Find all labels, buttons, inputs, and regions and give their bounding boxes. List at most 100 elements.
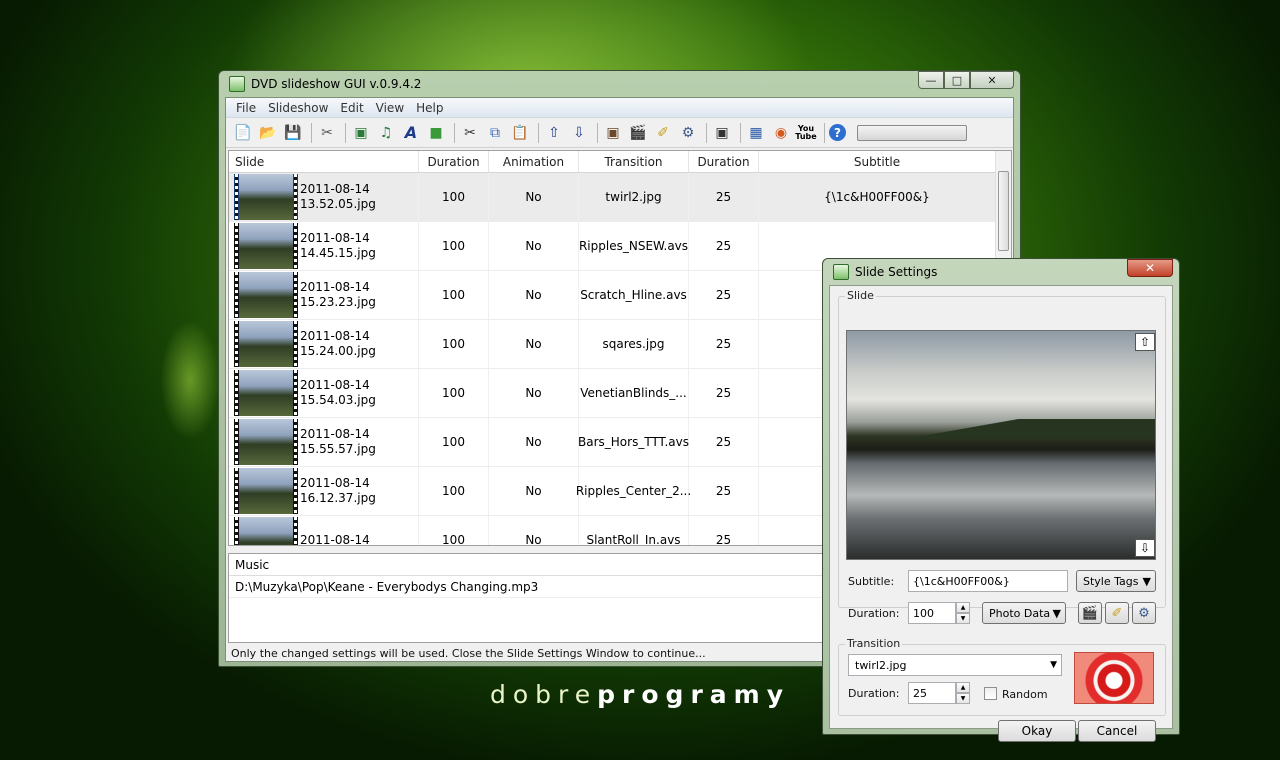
animation-clapper-button[interactable]: 🎬 [1078, 602, 1102, 624]
duration-cell[interactable]: 100 [419, 418, 489, 466]
maximize-button[interactable]: □ [944, 71, 970, 89]
animation-cell[interactable]: No [489, 369, 579, 417]
transition-duration-cell[interactable]: 25 [689, 418, 759, 466]
dialog-close-button[interactable]: ✕ [1127, 259, 1173, 277]
paste-icon[interactable]: 📋 [509, 122, 531, 144]
duration-cell[interactable]: 100 [419, 320, 489, 368]
cancel-button[interactable]: Cancel [1078, 720, 1156, 742]
spin-up-icon[interactable]: ▲ [956, 602, 970, 613]
transition-duration-cell[interactable]: 25 [689, 271, 759, 319]
add-background-icon[interactable]: ■ [425, 122, 447, 144]
transition-duration-cell[interactable]: 25 [689, 516, 759, 545]
transition-dropdown[interactable]: twirl2.jpg ▼ [848, 654, 1062, 676]
effects-brush-button[interactable]: ✐ [1105, 602, 1129, 624]
col-duration[interactable]: Duration [419, 151, 489, 172]
transition-duration-cell[interactable]: 25 [689, 320, 759, 368]
slide-cell[interactable]: 2011-08-14 15.55.57.jpg [229, 418, 419, 466]
animation-cell[interactable]: No [489, 320, 579, 368]
slide-cell[interactable]: 2011-08-14 16.12.37.jpg [229, 467, 419, 515]
tools-icon[interactable]: ✂ [316, 122, 338, 144]
transition-cell[interactable]: Ripples_NSEW.avs [579, 222, 689, 270]
youtube-icon[interactable]: You Tube [795, 122, 817, 144]
transition-duration-input[interactable]: 25 [908, 682, 956, 704]
export-icon[interactable]: ▦ [745, 122, 767, 144]
cut-icon[interactable]: ✂ [459, 122, 481, 144]
table-row[interactable]: 2011-08-14 13.52.05.jpg 100 No twirl2.jpg 25{… [229, 173, 1011, 222]
move-down-icon[interactable]: ⇩ [568, 122, 590, 144]
col-subtitle[interactable]: Subtitle [759, 151, 996, 172]
col-transition[interactable]: Transition [579, 151, 689, 172]
transition-cell[interactable]: Scratch_Hline.avs [579, 271, 689, 319]
duration-cell[interactable]: 100 [419, 467, 489, 515]
transition-settings-button[interactable]: ⚙ [1132, 602, 1156, 624]
menu-file[interactable]: File [230, 101, 262, 115]
spin-down-icon[interactable]: ▼ [956, 613, 970, 624]
main-title-bar[interactable]: DVD slideshow GUI v.0.9.4.2 — □ ✕ [225, 71, 1014, 97]
menu-slideshow[interactable]: Slideshow [262, 101, 334, 115]
help-icon[interactable]: ? [829, 124, 846, 141]
brush-icon[interactable]: ✐ [652, 122, 674, 144]
duration-cell[interactable]: 100 [419, 516, 489, 545]
copy-icon[interactable]: ⧉ [484, 122, 506, 144]
scrollbar-thumb[interactable] [998, 171, 1009, 251]
minimize-button[interactable]: — [918, 71, 944, 89]
slide-cell[interactable]: 2011-08-14 [229, 516, 419, 545]
open-icon[interactable]: 📂 [257, 122, 279, 144]
col-transition-duration[interactable]: Duration [689, 151, 759, 172]
duration-stepper[interactable]: ▲ ▼ [956, 602, 970, 624]
menu-view[interactable]: View [370, 101, 410, 115]
dialog-title-bar[interactable]: Slide Settings ✕ [829, 259, 1173, 285]
transition-duration-cell[interactable]: 25 [689, 369, 759, 417]
save-icon[interactable]: 💾 [282, 122, 304, 144]
animation-cell[interactable]: No [489, 173, 579, 221]
add-audio-icon[interactable]: ♫ [375, 122, 397, 144]
transition-duration-stepper[interactable]: ▲ ▼ [956, 682, 970, 704]
animation-cell[interactable]: No [489, 271, 579, 319]
transition-cell[interactable]: twirl2.jpg [579, 173, 689, 221]
add-title-icon[interactable]: A [400, 122, 422, 144]
menu-help[interactable]: Help [410, 101, 449, 115]
add-image-icon[interactable]: ▣ [350, 122, 372, 144]
animation-cell[interactable]: No [489, 467, 579, 515]
transition-cell[interactable]: Ripples_Center_2... [576, 467, 691, 515]
slide-cell[interactable]: 2011-08-14 15.24.00.jpg [229, 320, 419, 368]
burn-icon[interactable]: ◉ [770, 122, 792, 144]
random-checkbox[interactable] [984, 687, 997, 700]
move-up-icon[interactable]: ⇧ [543, 122, 565, 144]
col-slide[interactable]: Slide [229, 151, 419, 172]
transition-cell[interactable]: VenetianBlinds_... [579, 369, 689, 417]
transition-duration-cell[interactable]: 25 [689, 467, 759, 515]
slide-cell[interactable]: 2011-08-14 15.23.23.jpg [229, 271, 419, 319]
transition-duration-cell[interactable]: 25 [689, 173, 759, 221]
slide-settings-icon[interactable]: ▣ [602, 122, 624, 144]
preview-icon[interactable]: ▣ [711, 122, 733, 144]
duration-cell[interactable]: 100 [419, 369, 489, 417]
spin-down-icon[interactable]: ▼ [956, 693, 970, 704]
prev-slide-arrow-icon[interactable]: ⇧ [1135, 333, 1155, 351]
slide-cell[interactable]: 2011-08-14 15.54.03.jpg [229, 369, 419, 417]
slide-cell[interactable]: 2011-08-14 14.45.15.jpg [229, 222, 419, 270]
animation-cell[interactable]: No [489, 516, 579, 545]
transition-cell[interactable]: SlantRoll_In.avs [579, 516, 689, 545]
menu-edit[interactable]: Edit [334, 101, 369, 115]
photo-data-dropdown[interactable]: Photo Data ▼ [982, 602, 1066, 624]
transition-icon[interactable]: ⚙ [677, 122, 699, 144]
clapper-icon[interactable]: 🎬 [627, 122, 649, 144]
duration-input[interactable]: 100 [908, 602, 956, 624]
animation-cell[interactable]: No [489, 418, 579, 466]
duration-cell[interactable]: 100 [419, 222, 489, 270]
style-tags-dropdown[interactable]: Style Tags ▼ [1076, 570, 1156, 592]
next-slide-arrow-icon[interactable]: ⇩ [1135, 539, 1155, 557]
close-button[interactable]: ✕ [970, 71, 1014, 89]
spin-up-icon[interactable]: ▲ [956, 682, 970, 693]
slide-cell[interactable]: 2011-08-14 13.52.05.jpg [229, 173, 419, 221]
okay-button[interactable]: Okay [998, 720, 1076, 742]
duration-cell[interactable]: 100 [419, 173, 489, 221]
duration-cell[interactable]: 100 [419, 271, 489, 319]
col-animation[interactable]: Animation [489, 151, 579, 172]
transition-duration-cell[interactable]: 25 [689, 222, 759, 270]
animation-cell[interactable]: No [489, 222, 579, 270]
new-icon[interactable]: 📄 [232, 122, 254, 144]
subtitle-cell[interactable]: {\1c&H00FF00&} [759, 173, 996, 221]
transition-cell[interactable]: Bars_Hors_TTT.avs [578, 418, 689, 466]
